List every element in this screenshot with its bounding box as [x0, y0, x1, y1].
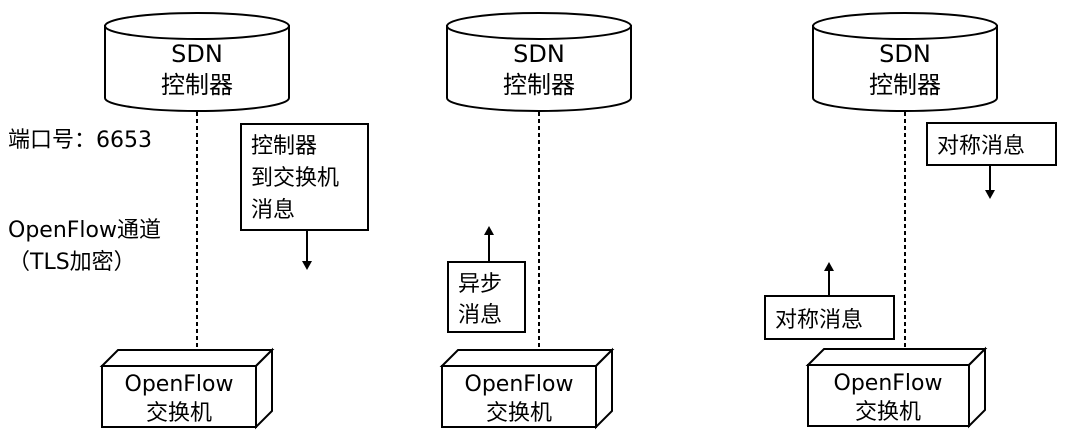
sdn-message-diagram: SDN 控制器 端口号：6653 OpenFlow通道 （TLS加密） 控制器 …: [8, 12, 1057, 430]
symmetric-message-bottom-label: 对称消息: [775, 308, 863, 333]
symmetric-message-box-bottom: 对称消息: [764, 295, 895, 340]
port-label: 端口号：6653: [8, 128, 152, 153]
symmetric-message-box-top: 对称消息: [926, 122, 1057, 166]
controller-to-switch-message-box: 控制器 到交换机 消息: [240, 123, 369, 231]
arrow-up-icon: [824, 262, 834, 297]
message-line-1: 控制器: [251, 134, 317, 159]
symmetric-message-top-label: 对称消息: [937, 134, 1025, 159]
async-message-box: 异步 消息: [447, 261, 526, 333]
tls-label: （TLS加密）: [8, 250, 136, 275]
message-line-3: 消息: [251, 198, 295, 223]
controller-label-1: SDN: [171, 40, 223, 68]
sdn-controller-3: SDN 控制器: [812, 12, 998, 112]
switch-sublabel-2: 交换机: [486, 401, 552, 426]
sdn-controller-1: SDN 控制器: [104, 12, 290, 112]
panel-symmetric: SDN 控制器 对称消息 对称消息 OpenFlow 交换机: [764, 12, 1057, 429]
panel-async: SDN 控制器 异步 消息 OpenFlow 交换机: [439, 12, 632, 430]
openflow-switch-3: OpenFlow 交换机: [805, 346, 988, 429]
sdn-controller-2: SDN 控制器: [446, 12, 632, 112]
channel-label: OpenFlow通道: [8, 218, 161, 243]
switch-sublabel-1: 交换机: [146, 401, 212, 426]
switch-label-1: OpenFlow: [125, 372, 234, 397]
controller-label-3: SDN: [879, 40, 931, 68]
arrow-down-icon: [985, 165, 995, 199]
arrow-up-icon: [484, 226, 494, 264]
controller-sublabel-3: 控制器: [869, 71, 941, 99]
switch-sublabel-3: 交换机: [855, 400, 921, 425]
async-message-line-2: 消息: [458, 303, 502, 328]
async-message-line-1: 异步: [458, 272, 502, 297]
controller-label-2: SDN: [513, 40, 565, 68]
arrow-down-icon: [302, 230, 312, 270]
panel-controller-to-switch: SDN 控制器 端口号：6653 OpenFlow通道 （TLS加密） 控制器 …: [8, 12, 369, 430]
switch-label-2: OpenFlow: [465, 372, 574, 397]
openflow-switch-2: OpenFlow 交换机: [439, 347, 615, 430]
controller-sublabel-1: 控制器: [161, 71, 233, 99]
openflow-switch-1: OpenFlow 交换机: [99, 347, 275, 430]
controller-sublabel-2: 控制器: [503, 71, 575, 99]
switch-label-3: OpenFlow: [834, 371, 943, 396]
message-line-2: 到交换机: [251, 166, 339, 191]
